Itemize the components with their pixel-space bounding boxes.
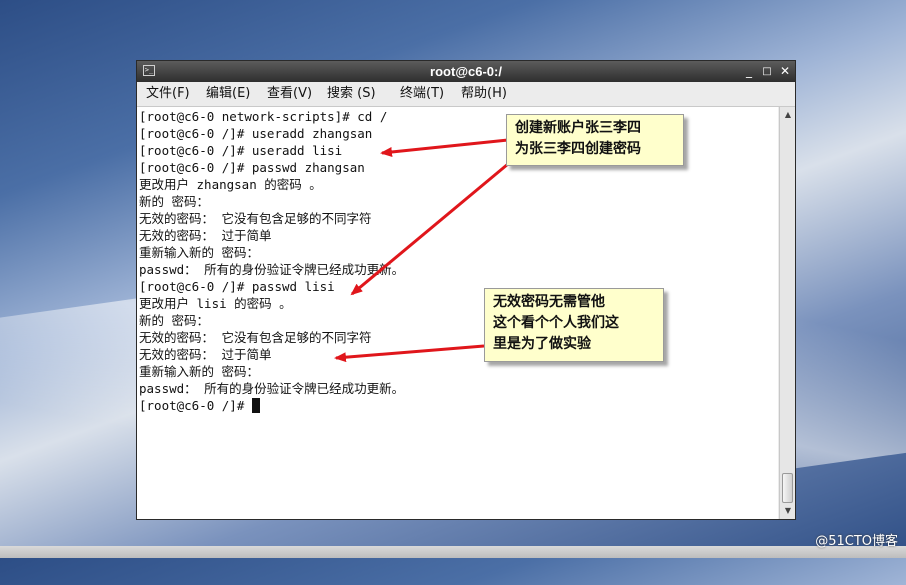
terminal-line: [root@c6-0 network-scripts]# cd / (139, 109, 388, 124)
annotation-text: 创建新账户张三李四 (515, 120, 641, 136)
menubar: 文件(F) 编辑(E) 查看(V) 搜索 (S) 终端(T) 帮助(H) (137, 82, 795, 107)
terminal-line: [root@c6-0 /]# useradd zhangsan (139, 126, 373, 141)
menu-help[interactable]: 帮助(H) (461, 82, 507, 106)
scroll-down-icon[interactable]: ▼ (782, 505, 794, 517)
terminal-line: passwd： 所有的身份验证令牌已经成功更新。 (139, 262, 405, 277)
terminal-line: 无效的密码： 它没有包含足够的不同字符 (139, 330, 372, 345)
menu-view[interactable]: 查看(V) (267, 82, 312, 106)
terminal-cursor (251, 398, 260, 413)
menu-file[interactable]: 文件(F) (146, 82, 190, 106)
terminal-line: [root@c6-0 /]# useradd lisi (139, 143, 343, 158)
scroll-up-icon[interactable]: ▲ (782, 109, 794, 121)
close-button[interactable]: ✕ (777, 63, 793, 80)
menu-search[interactable]: 搜索 (S) (327, 82, 376, 106)
menu-edit[interactable]: 编辑(E) (206, 82, 250, 106)
window-title: root@c6-0:/ (430, 64, 502, 79)
annotation-invalid-password: 无效密码无需管他 这个看个个人我们这 里是为了做实验 (484, 288, 664, 362)
scrollbar-thumb[interactable] (782, 473, 793, 503)
terminal-line: 更改用户 zhangsan 的密码 。 (139, 177, 322, 192)
annotation-text: 这个看个个人我们这 (493, 315, 619, 331)
terminal-line: 无效的密码： 过于简单 (139, 347, 272, 362)
terminal-line: 新的 密码： (139, 194, 210, 209)
minimize-button[interactable]: _ (741, 63, 757, 80)
menu-terminal[interactable]: 终端(T) (400, 82, 444, 106)
maximize-button[interactable]: □ (759, 63, 775, 80)
terminal-line: passwd： 所有的身份验证令牌已经成功更新。 (139, 381, 405, 396)
terminal-line: 重新输入新的 密码： (139, 364, 260, 379)
window-titlebar[interactable]: >_ root@c6-0:/ _ □ ✕ (137, 61, 795, 82)
vertical-scrollbar[interactable]: ▲ ▼ (779, 107, 795, 519)
annotation-text: 无效密码无需管他 (493, 294, 605, 310)
terminal-line: 新的 密码： (139, 313, 210, 328)
prompt-text: [root@c6-0 /]# (139, 398, 252, 413)
terminal-line: 更改用户 lisi 的密码 。 (139, 296, 292, 311)
terminal-line: 重新输入新的 密码： (139, 245, 260, 260)
terminal-line: 无效的密码： 过于简单 (139, 228, 272, 243)
terminal-line: [root@c6-0 /]# passwd lisi (139, 279, 335, 294)
terminal-prompt-line: [root@c6-0 /]# (139, 397, 260, 414)
terminal-window: >_ root@c6-0:/ _ □ ✕ 文件(F) 编辑(E) 查看(V) 搜… (136, 60, 796, 520)
annotation-text: 里是为了做实验 (493, 336, 591, 352)
terminal-line: 无效的密码： 它没有包含足够的不同字符 (139, 211, 372, 226)
terminal-line: [root@c6-0 /]# passwd zhangsan (139, 160, 365, 175)
annotation-create-accounts: 创建新账户张三李四 为张三李四创建密码 (506, 114, 684, 166)
taskbar (0, 546, 906, 558)
watermark: @51CTO博客 (815, 534, 898, 549)
annotation-text: 为张三李四创建密码 (515, 141, 641, 157)
terminal-output[interactable]: [root@c6-0 network-scripts]# cd / [root@… (137, 107, 778, 519)
